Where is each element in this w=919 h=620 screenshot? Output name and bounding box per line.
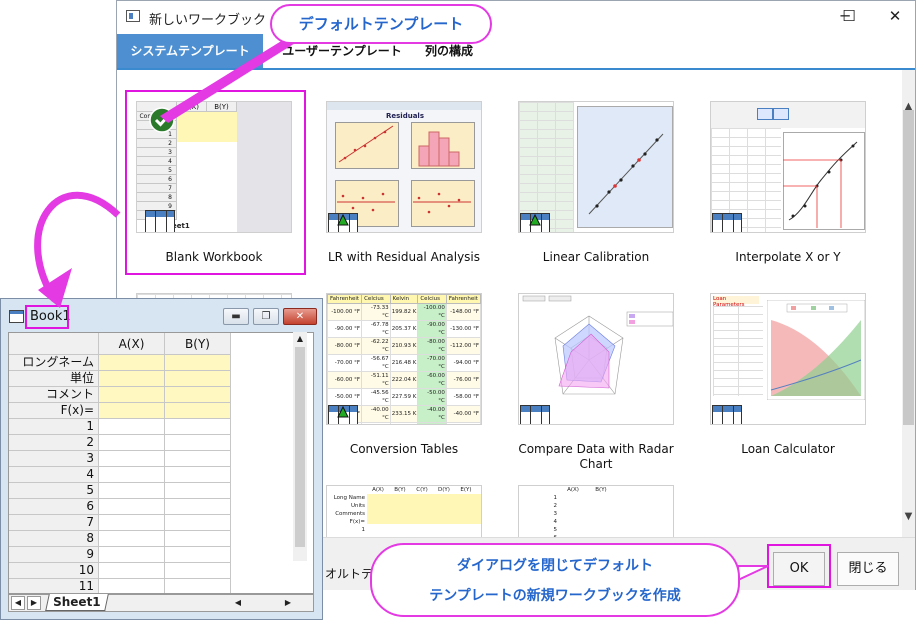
callout-default-template: デフォルトテンプレート <box>270 4 492 44</box>
annotation-arrows <box>34 40 769 582</box>
callout-ok-line1: ダイアログを閉じてデフォルト <box>457 558 653 574</box>
callout-ok-explanation: ダイアログを閉じてデフォルト テンプレートの新規ワークブックを作成 <box>370 543 740 617</box>
callout-default-template-text: デフォルトテンプレート <box>298 15 464 33</box>
callout-ok-line2: テンプレートの新規ワークブックを作成 <box>429 588 681 604</box>
